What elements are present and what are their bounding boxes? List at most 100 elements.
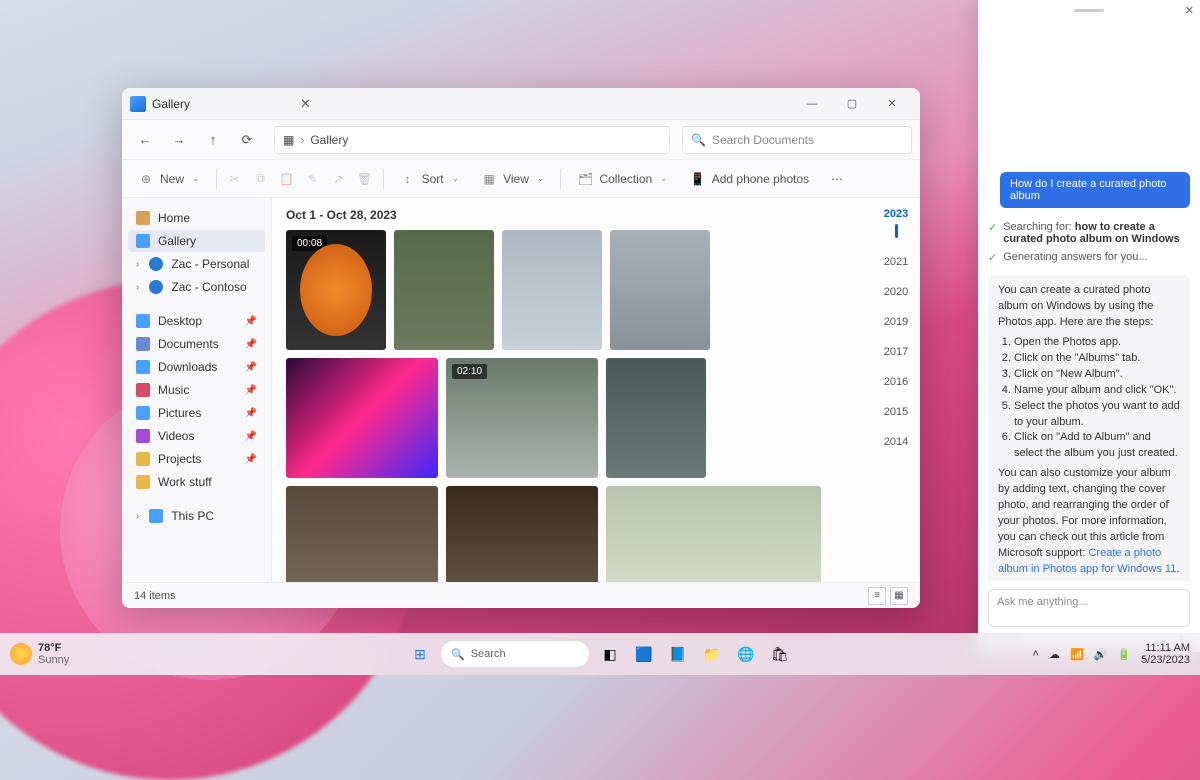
wifi-icon[interactable]: 📶: [1070, 648, 1084, 661]
cut-icon[interactable]: ✂: [227, 171, 243, 187]
sidebar-item-work-stuff[interactable]: Work stuff: [128, 471, 265, 493]
toolbar: ⊕New⌄ ✂ ⧉ 📋 ✎ ↗ 🗑 ↕Sort⌄ ▦View⌄ 🗂Collect…: [122, 160, 920, 198]
file-explorer-icon[interactable]: 📁: [698, 640, 726, 668]
sidebar-item-this-pc[interactable]: ›This PC: [128, 505, 265, 527]
share-icon[interactable]: ↗: [331, 171, 347, 187]
back-button[interactable]: ←: [130, 125, 160, 155]
system-tray[interactable]: ˄ ☁ 📶 🔊 🔋 11:11 AM5/23/2023: [1033, 642, 1190, 666]
edge-icon[interactable]: 🌐: [732, 640, 760, 668]
volume-icon[interactable]: 🔊: [1094, 648, 1108, 661]
collection-button[interactable]: 🗂Collection⌄: [571, 167, 673, 191]
year-marker[interactable]: 2016: [884, 376, 908, 388]
photo-thumbnail[interactable]: [286, 358, 438, 478]
sidebar-item-zac-contoso[interactable]: ›Zac - Contoso: [128, 276, 265, 298]
photo-thumbnail[interactable]: [606, 486, 821, 582]
maximize-button[interactable]: ▢: [832, 90, 872, 118]
thumbnails-view-button[interactable]: ▦: [890, 587, 908, 605]
year-marker[interactable]: 2014: [884, 436, 908, 448]
video-duration-badge: 00:08: [292, 236, 327, 251]
store-icon[interactable]: 🛍: [766, 640, 794, 668]
clock[interactable]: 11:11 AM5/23/2023: [1141, 642, 1190, 666]
titlebar: Gallery ✕ ― ▢ ✕: [122, 88, 920, 120]
sidebar-item-projects[interactable]: Projects📌: [128, 448, 265, 470]
sidebar-item-home[interactable]: Home: [128, 207, 265, 229]
chevron-up-icon[interactable]: ˄: [1033, 648, 1039, 660]
more-button[interactable]: ⋯: [825, 168, 849, 190]
year-timeline[interactable]: 2023 2021 2020 2019 2017 2016 2015 2014: [872, 198, 920, 582]
photo-thumbnail[interactable]: [610, 230, 710, 350]
drag-handle-icon[interactable]: [1074, 9, 1104, 12]
weather-widget[interactable]: 78°FSunny: [10, 642, 69, 666]
sidebar-item-desktop[interactable]: Desktop📌: [128, 310, 265, 332]
sidebar-item-pictures[interactable]: Pictures📌: [128, 402, 265, 424]
photo-thumbnail[interactable]: 02:10: [446, 358, 598, 478]
photo-thumbnail[interactable]: [286, 486, 438, 582]
forward-button[interactable]: →: [164, 125, 194, 155]
tab-close-icon[interactable]: ✕: [300, 96, 311, 112]
search-icon: 🔍: [691, 133, 706, 147]
copilot-input[interactable]: Ask me anything...: [988, 589, 1190, 627]
rename-icon[interactable]: ✎: [305, 171, 321, 187]
refresh-button[interactable]: ⟳: [232, 125, 262, 155]
gallery-crumb-icon: ▦: [283, 133, 294, 147]
gallery-content: Oct 1 - Oct 28, 2023 00:08 02:10: [272, 198, 872, 582]
photo-thumbnail[interactable]: [502, 230, 602, 350]
sun-icon: [10, 643, 32, 665]
assistant-response: You can create a curated photo album on …: [988, 275, 1190, 581]
sidebar-item-documents[interactable]: Documents📌: [128, 333, 265, 355]
app-icon[interactable]: 📘: [664, 640, 692, 668]
copilot-close-icon[interactable]: ✕: [1185, 4, 1194, 17]
paste-icon[interactable]: 📋: [279, 171, 295, 187]
delete-icon[interactable]: 🗑: [357, 171, 373, 187]
close-button[interactable]: ✕: [872, 90, 912, 118]
minimize-button[interactable]: ―: [792, 90, 832, 118]
photo-thumbnail[interactable]: 00:08: [286, 230, 386, 350]
copilot-titlebar: ✕: [978, 0, 1200, 20]
copy-icon[interactable]: ⧉: [253, 171, 269, 187]
video-duration-badge: 02:10: [452, 364, 487, 379]
photo-thumbnail[interactable]: [606, 358, 706, 478]
check-icon: ✓: [988, 251, 997, 264]
search-input[interactable]: 🔍 Search Documents: [682, 126, 912, 154]
address-bar[interactable]: ▦ › Gallery: [274, 126, 670, 154]
copilot-panel: ✕ How do I create a curated photo album …: [978, 0, 1200, 652]
sidebar-item-zac-personal[interactable]: ›Zac - Personal: [128, 253, 265, 275]
sidebar-item-downloads[interactable]: Downloads📌: [128, 356, 265, 378]
photo-thumbnail[interactable]: [394, 230, 494, 350]
copilot-icon[interactable]: 🟦: [630, 640, 658, 668]
file-explorer-window: Gallery ✕ ― ▢ ✕ ← → ↑ ⟳ ▦ › Gallery 🔍 Se…: [122, 88, 920, 608]
sidebar-item-gallery[interactable]: Gallery: [128, 230, 265, 252]
status-bar: 14 items ≡ ▦: [122, 582, 920, 608]
sort-button[interactable]: ↕Sort⌄: [394, 167, 466, 191]
nav-bar: ← → ↑ ⟳ ▦ › Gallery 🔍 Search Documents: [122, 120, 920, 160]
year-marker[interactable]: 2023: [884, 208, 908, 220]
user-message: How do I create a curated photo album: [1000, 172, 1190, 208]
battery-icon[interactable]: 🔋: [1117, 648, 1131, 661]
photo-thumbnail[interactable]: [446, 486, 598, 582]
add-phone-photos-button[interactable]: 📱Add phone photos: [684, 167, 815, 191]
year-marker[interactable]: 2021: [884, 256, 908, 268]
search-icon: 🔍: [451, 648, 465, 661]
breadcrumb-text: Gallery: [310, 133, 348, 147]
year-marker[interactable]: 2020: [884, 286, 908, 298]
taskbar-search[interactable]: 🔍Search: [440, 640, 590, 668]
up-button[interactable]: ↑: [198, 125, 228, 155]
onedrive-icon[interactable]: ☁: [1049, 648, 1060, 661]
year-marker[interactable]: 2019: [884, 316, 908, 328]
date-range-header: Oct 1 - Oct 28, 2023: [286, 208, 406, 224]
taskbar: 78°FSunny ⊞ 🔍Search ◧ 🟦 📘 📁 🌐 🛍 ˄ ☁ 📶 🔊 …: [0, 633, 1200, 675]
sidebar-item-videos[interactable]: Videos📌: [128, 425, 265, 447]
year-marker[interactable]: 2015: [884, 406, 908, 418]
item-count: 14 items: [134, 590, 176, 602]
new-button[interactable]: ⊕New⌄: [132, 167, 206, 191]
pin-icon: 📌: [245, 316, 257, 327]
app-icon: [130, 96, 146, 112]
year-marker[interactable]: 2017: [884, 346, 908, 358]
task-view-icon[interactable]: ◧: [596, 640, 624, 668]
window-title: Gallery: [152, 97, 190, 111]
sidebar-item-music[interactable]: Music📌: [128, 379, 265, 401]
view-button[interactable]: ▦View⌄: [475, 167, 550, 191]
search-status: ✓Searching for: how to create a curated …: [988, 221, 1190, 245]
details-view-button[interactable]: ≡: [868, 587, 886, 605]
start-button[interactable]: ⊞: [406, 640, 434, 668]
